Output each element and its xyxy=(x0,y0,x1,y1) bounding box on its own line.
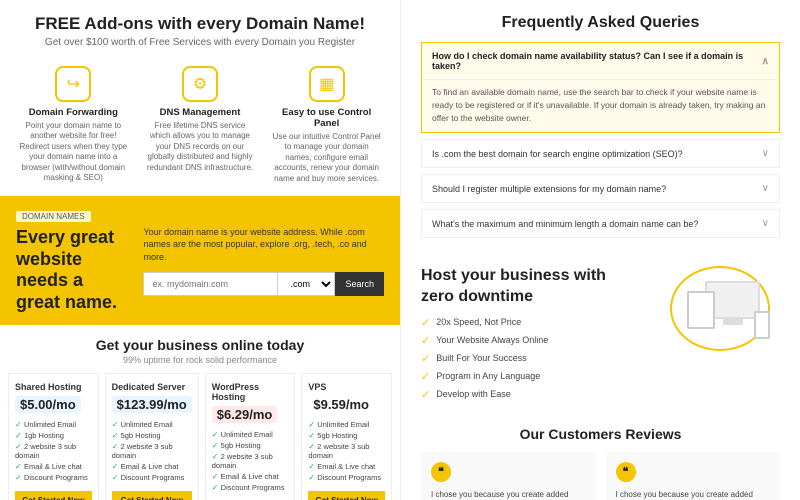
domain-banner-left: DOMAIN NAMES Every great website needs a… xyxy=(16,208,133,313)
host-feature-1: ✓ 20x Speed, Not Price xyxy=(421,316,650,329)
get-business-section: Get your business online today 99% uptim… xyxy=(0,325,400,373)
dns-icon: ⚙ xyxy=(182,66,218,102)
faq-question-3[interactable]: Should I register multiple extensions fo… xyxy=(422,175,779,202)
faq-item-2[interactable]: Is .com the best domain for search engin… xyxy=(421,139,780,168)
dedicated-features: Unlimited Email 5gb Hosting 2 website 3 … xyxy=(112,419,192,483)
faq-answer-1: To find an available domain name, use th… xyxy=(422,79,779,132)
faq-chevron-3: ∨ xyxy=(762,183,769,194)
host-left: Host your business with zero downtime ✓ … xyxy=(421,266,650,406)
addons-title: FREE Add-ons with every Domain Name! xyxy=(20,14,380,34)
pricing-dedicated: Dedicated Server $123.99/mo Unlimited Em… xyxy=(105,373,199,500)
pricing-shared: Shared Hosting $5.00/mo Unlimited Email … xyxy=(8,373,99,500)
faq-question-4[interactable]: What's the maximum and minimum length a … xyxy=(422,210,779,237)
dedicated-get-started-button[interactable]: Get Started Now xyxy=(112,491,192,500)
get-business-title: Get your business online today xyxy=(10,337,390,353)
faq-chevron-2: ∨ xyxy=(762,148,769,159)
check-icon-4: ✓ xyxy=(421,370,430,383)
addons-subtitle: Get over $100 worth of Free Services wit… xyxy=(20,37,380,48)
host-feature-3: ✓ Built For Your Success xyxy=(421,352,650,365)
quote-icon-1: ❝ xyxy=(431,462,451,482)
devices-illustration xyxy=(660,266,770,356)
host-section: Host your business with zero downtime ✓ … xyxy=(401,254,800,416)
pricing-vps: VPS $9.59/mo Unlimited Email 5gb Hosting… xyxy=(301,373,392,500)
left-panel: FREE Add-ons with every Domain Name! Get… xyxy=(0,0,400,500)
phone-icon xyxy=(754,311,770,339)
host-feature-4: ✓ Program in Any Language xyxy=(421,370,650,383)
vps-features: Unlimited Email 5gb Hosting 2 website 3 … xyxy=(308,419,385,483)
domain-search-input[interactable] xyxy=(143,272,277,296)
domain-forwarding-icon: ↪ xyxy=(55,66,91,102)
host-feature-2: ✓ Your Website Always Online xyxy=(421,334,650,347)
faq-question-2[interactable]: Is .com the best domain for search engin… xyxy=(422,140,779,167)
faq-chevron-1: ∧ xyxy=(762,56,769,67)
tablet-icon xyxy=(687,291,715,329)
reviews-row: ❝ I chose you because you create added v… xyxy=(421,452,780,500)
faq-item-3[interactable]: Should I register multiple extensions fo… xyxy=(421,174,780,203)
features-row: ↪ Domain Forwarding Point your domain na… xyxy=(0,58,400,196)
reviews-title: Our Customers Reviews xyxy=(421,426,780,442)
faq-question-1[interactable]: How do I check domain name availability … xyxy=(422,43,779,79)
faq-chevron-4: ∨ xyxy=(762,218,769,229)
right-panel: Frequently Asked Queries How do I check … xyxy=(400,0,800,500)
pricing-wordpress: WordPress Hosting $6.29/mo Unlimited Ema… xyxy=(205,373,296,500)
domain-tag: DOMAIN NAMES xyxy=(16,211,91,222)
get-business-subtitle: 99% uptime for rock solid performance xyxy=(10,355,390,365)
feature-domain-forwarding: ↪ Domain Forwarding Point your domain na… xyxy=(18,66,128,184)
review-text-2: I chose you because you create added val… xyxy=(616,489,771,500)
shared-get-started-button[interactable]: Get Started Now xyxy=(15,491,92,500)
addons-header: FREE Add-ons with every Domain Name! Get… xyxy=(0,0,400,58)
review-card-1: ❝ I chose you because you create added v… xyxy=(421,452,596,500)
wordpress-features: Unlimited Email 5gb Hosting 2 website 3 … xyxy=(212,429,289,493)
faq-item-1[interactable]: How do I check domain name availability … xyxy=(421,42,780,133)
faq-title: Frequently Asked Queries xyxy=(421,14,780,32)
reviews-section: Our Customers Reviews ❝ I chose you beca… xyxy=(401,416,800,500)
control-panel-icon: ▦ xyxy=(309,66,345,102)
faq-section: Frequently Asked Queries How do I check … xyxy=(401,0,800,254)
review-card-2: ❝ I chose you because you create added v… xyxy=(606,452,781,500)
quote-icon-2: ❝ xyxy=(616,462,636,482)
domain-banner-right: Your domain name is your website address… xyxy=(143,226,384,296)
domain-heading: Every great website needs a great name. xyxy=(16,227,133,313)
domain-search-button[interactable]: Search xyxy=(335,272,384,296)
vps-get-started-button[interactable]: Get Started Now xyxy=(308,491,385,500)
domain-search-bar: .com Search xyxy=(143,272,384,296)
check-icon-5: ✓ xyxy=(421,388,430,401)
review-text-1: I chose you because you create added val… xyxy=(431,489,586,500)
host-feature-5: ✓ Develop with Ease xyxy=(421,388,650,401)
domain-extension-select[interactable]: .com xyxy=(277,272,335,296)
host-title: Host your business with zero downtime xyxy=(421,266,650,308)
host-illustration xyxy=(660,266,780,356)
check-icon-3: ✓ xyxy=(421,352,430,365)
feature-dns: ⚙ DNS Management Free lifetime DNS servi… xyxy=(145,66,255,184)
domain-banner: DOMAIN NAMES Every great website needs a… xyxy=(0,196,400,325)
shared-features: Unlimited Email 1gb Hosting 2 website 3 … xyxy=(15,419,92,483)
check-icon-2: ✓ xyxy=(421,334,430,347)
faq-item-4[interactable]: What's the maximum and minimum length a … xyxy=(421,209,780,238)
pricing-table: Shared Hosting $5.00/mo Unlimited Email … xyxy=(0,373,400,500)
check-icon-1: ✓ xyxy=(421,316,430,329)
feature-control-panel: ▦ Easy to use Control Panel Use our intu… xyxy=(272,66,382,184)
